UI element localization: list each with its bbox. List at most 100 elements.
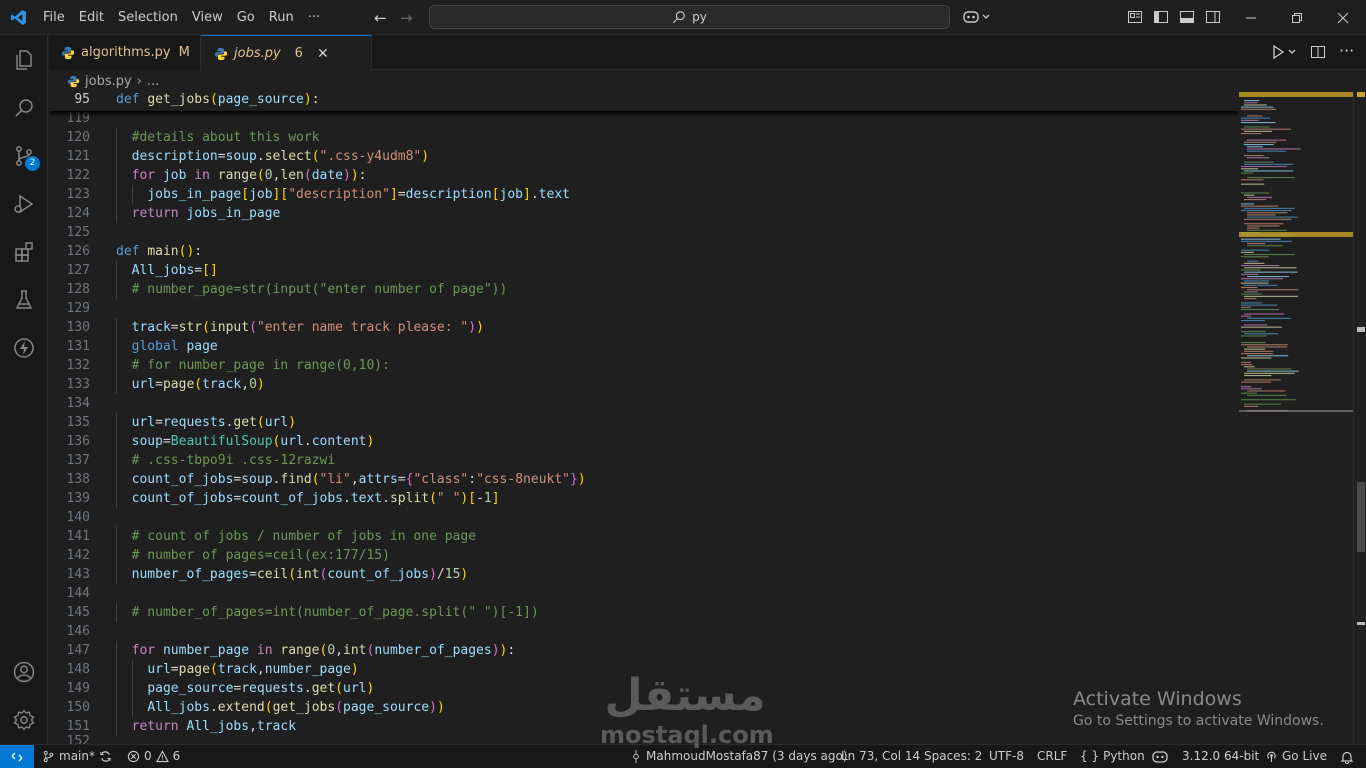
code-line: 139 count_of_jobs=count_of_jobs.text.spl… [49, 489, 1239, 508]
minimap-line [1244, 199, 1267, 201]
minimap-line [1244, 348, 1266, 350]
minimap-line [1244, 223, 1284, 225]
search-view-button[interactable] [0, 84, 48, 132]
breadcrumb-file[interactable]: jobs.py [85, 74, 132, 89]
mostaql-watermark: مستقل mostaql.com [600, 670, 774, 752]
menu-edit[interactable]: Edit [72, 0, 111, 35]
close-tab-icon[interactable]: ✕ [317, 46, 329, 62]
python-interpreter-status[interactable]: 3.12.0 64-bit [1182, 745, 1259, 768]
editor-tabs: algorithms.py M jobs.py 6 ✕ ··· [49, 35, 1366, 71]
run-debug-button[interactable] [0, 180, 48, 228]
minimap-line [1247, 196, 1273, 198]
python-file-icon [214, 47, 228, 60]
minimap-line [1241, 320, 1265, 322]
indent-guide [116, 261, 117, 280]
minimap-line [1244, 163, 1294, 165]
branch-status[interactable]: main* [42, 745, 112, 768]
minimap[interactable] [1239, 92, 1353, 744]
menu-file[interactable]: File [36, 0, 72, 35]
line-number: 133 [66, 377, 90, 392]
copilot-icon[interactable] [962, 9, 992, 25]
close-icon [1337, 12, 1349, 23]
menu-more[interactable]: ··· [301, 0, 327, 35]
tab-label: jobs.py [234, 46, 281, 61]
minimap-line [1241, 357, 1272, 359]
minimize-button[interactable] [1228, 0, 1274, 35]
explorer-button[interactable] [0, 36, 48, 84]
code-editor[interactable]: 95 def get_jobs(page_source): 119 120 #d… [49, 92, 1239, 744]
accounts-button[interactable] [0, 648, 48, 696]
activate-title: Activate Windows [1073, 688, 1242, 710]
code-line: 131 global page [49, 337, 1239, 356]
indent-guide [116, 337, 117, 356]
menu-run[interactable]: Run [262, 0, 301, 35]
branch-name: main* [59, 749, 95, 763]
line-code: # number_page=str(input("enter number of… [131, 282, 508, 297]
indent-guide [116, 451, 117, 470]
source-control-button[interactable]: 2 [0, 132, 48, 180]
menu-view[interactable]: View [185, 0, 230, 35]
minimap-line [1247, 355, 1289, 357]
command-center-search[interactable]: py [429, 5, 950, 29]
go-live-button[interactable]: Go Live [1265, 745, 1327, 768]
copilot-status[interactable] [1152, 745, 1168, 768]
minimap-line [1244, 130, 1273, 132]
copilot-icon [1152, 751, 1168, 763]
encoding-status[interactable]: UTF-8 [989, 745, 1024, 768]
minimap-line [1244, 366, 1255, 368]
minimize-icon [1246, 17, 1256, 18]
notifications-bell-icon[interactable] [1340, 750, 1354, 764]
minimap-line [1241, 205, 1278, 207]
restore-button[interactable] [1274, 0, 1320, 35]
cursor-position[interactable]: Ln 73, Col 14 [841, 745, 920, 768]
minimap-line [1247, 370, 1299, 372]
minimap-line [1244, 170, 1294, 172]
problems-status[interactable]: 0 6 [127, 745, 180, 768]
back-arrow-icon[interactable]: ← [374, 9, 387, 27]
line-number: 124 [66, 206, 90, 221]
minimap-line [1241, 106, 1274, 108]
toggle-panel-icon[interactable] [1179, 9, 1195, 25]
lightning-icon [14, 338, 34, 358]
tab-status: M [178, 45, 190, 60]
scrollbar-thumb[interactable] [1357, 482, 1365, 552]
toggle-secondary-sidebar-icon[interactable] [1205, 9, 1221, 25]
indentation-status[interactable]: Spaces: 2 [924, 745, 982, 768]
run-python-file-icon[interactable] [1271, 44, 1301, 60]
line-number: 129 [66, 301, 90, 316]
split-editor-icon[interactable] [1310, 44, 1326, 60]
activity-bar: 2 [0, 35, 48, 744]
toggle-primary-sidebar-icon[interactable] [1153, 9, 1169, 25]
breadcrumb-more[interactable]: ... [147, 74, 159, 89]
menu-go[interactable]: Go [230, 0, 262, 35]
indent-guide [132, 660, 133, 679]
line-code: jobs_in_page[job]["description"]=descrip… [147, 187, 570, 202]
tab-algorithms[interactable]: algorithms.py M [49, 35, 201, 70]
menu-selection[interactable]: Selection [111, 0, 185, 35]
vscode-logo-icon[interactable] [10, 9, 27, 26]
settings-button[interactable] [0, 696, 48, 744]
minimap-line [1241, 133, 1262, 135]
customize-layout-icon[interactable] [1127, 9, 1143, 25]
code-line: 135 url=requests.get(url) [49, 413, 1239, 432]
eol-status[interactable]: CRLF [1037, 745, 1067, 768]
indent-guide [116, 641, 117, 660]
forward-arrow-icon[interactable]: → [400, 9, 413, 27]
language-mode-status[interactable]: { } Python [1080, 745, 1145, 768]
minimap-line [1241, 304, 1278, 306]
minimap-line [1241, 293, 1262, 295]
breadcrumb: jobs.py › ... [49, 70, 1239, 92]
remote-button[interactable] [0, 745, 34, 768]
sticky-scroll-line[interactable]: 95 def get_jobs(page_source): [49, 92, 1239, 111]
extensions-button[interactable] [0, 228, 48, 276]
close-window-button[interactable] [1320, 0, 1366, 35]
minimap-line [1247, 139, 1287, 141]
line-code: number_of_pages=ceil(int(count_of_jobs)/… [131, 567, 469, 582]
vertical-scrollbar[interactable] [1353, 92, 1366, 744]
thunder-client-button[interactable] [0, 324, 48, 372]
minimap-line [1241, 238, 1281, 240]
more-actions-icon[interactable]: ··· [1339, 41, 1354, 60]
testing-button[interactable] [0, 276, 48, 324]
code-line: 128 # number_page=str(input("enter numbe… [49, 280, 1239, 299]
tab-jobs[interactable]: jobs.py 6 ✕ [201, 35, 372, 71]
